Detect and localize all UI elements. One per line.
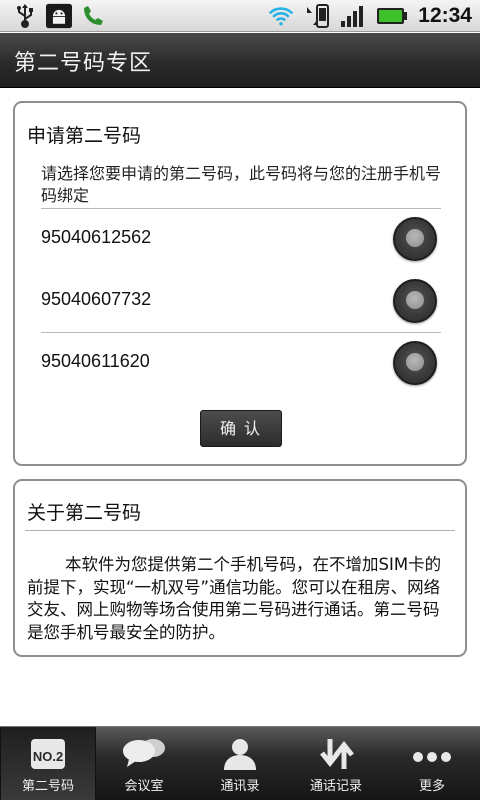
- signal-icon: [340, 3, 366, 29]
- about-paragraph: 本软件为您提供第二个手机号码，在不增加SIM卡的前提下，实现“一机双号”通信功能…: [27, 555, 442, 642]
- phone-call-icon: [80, 3, 106, 29]
- confirm-button[interactable]: 确认: [200, 410, 282, 447]
- title-bar: 第二号码专区: [0, 33, 480, 88]
- call-log-arrows-icon: [313, 737, 359, 771]
- tab-call-log[interactable]: 通话记录: [288, 727, 384, 800]
- wifi-icon: [268, 3, 294, 29]
- contact-person-icon: [217, 737, 263, 771]
- status-bar: 12:34: [0, 0, 480, 32]
- tab-more[interactable]: 更多: [384, 727, 480, 800]
- bottom-nav: NO.2 第二号码 会议室 通讯录 通话记录 更多: [0, 726, 480, 800]
- clock-time: 12:34: [418, 4, 472, 27]
- number-radio-button[interactable]: [393, 217, 437, 261]
- divider: [25, 530, 455, 531]
- more-dots-icon: [409, 737, 455, 771]
- number-option-label: 95040607732: [41, 289, 152, 309]
- usb-icon: [12, 3, 38, 29]
- android-debug-icon: [46, 3, 72, 29]
- number-option-label: 95040612562: [41, 227, 152, 247]
- tab-label: 通讯录: [220, 779, 260, 794]
- chat-bubbles-icon: [121, 737, 167, 771]
- tab-label: 通话记录: [309, 779, 362, 794]
- tab-contacts[interactable]: 通讯录: [192, 727, 288, 800]
- number-radio-button[interactable]: [393, 279, 437, 323]
- tab-label: 会议室: [124, 779, 164, 794]
- number-option-row[interactable]: 95040611620: [15, 333, 465, 393]
- number-option-label: 95040611620: [41, 351, 150, 371]
- page-title: 第二号码专区: [14, 51, 153, 76]
- about-text: 本软件为您提供第二个手机号码，在不增加SIM卡的前提下，实现“一机双号”通信功能…: [27, 554, 452, 644]
- about-card: 关于第二号码 本软件为您提供第二个手机号码，在不增加SIM卡的前提下，实现“一机…: [13, 479, 467, 657]
- apply-heading: 申请第二号码: [27, 125, 142, 147]
- number-option-row[interactable]: 95040607732: [15, 271, 465, 331]
- tab-meeting-room[interactable]: 会议室: [96, 727, 192, 800]
- about-heading: 关于第二号码: [27, 502, 142, 524]
- number-radio-button[interactable]: [393, 341, 437, 385]
- tab-label: 更多: [418, 779, 445, 794]
- tab-label: 第二号码: [21, 779, 74, 794]
- number-option-row[interactable]: 95040612562: [15, 209, 465, 269]
- data-transfer-icon: [304, 3, 330, 29]
- apply-description: 请选择您要申请的第二号码，此号码将与您的注册手机号码绑定: [41, 164, 442, 205]
- apply-number-card: 申请第二号码 请选择您要申请的第二号码，此号码将与您的注册手机号码绑定 9504…: [13, 101, 467, 466]
- battery-icon: [376, 3, 408, 29]
- no2-badge-text: NO.2: [33, 749, 63, 764]
- no2-icon: NO.2: [25, 737, 71, 771]
- tab-second-number[interactable]: NO.2 第二号码: [0, 727, 96, 800]
